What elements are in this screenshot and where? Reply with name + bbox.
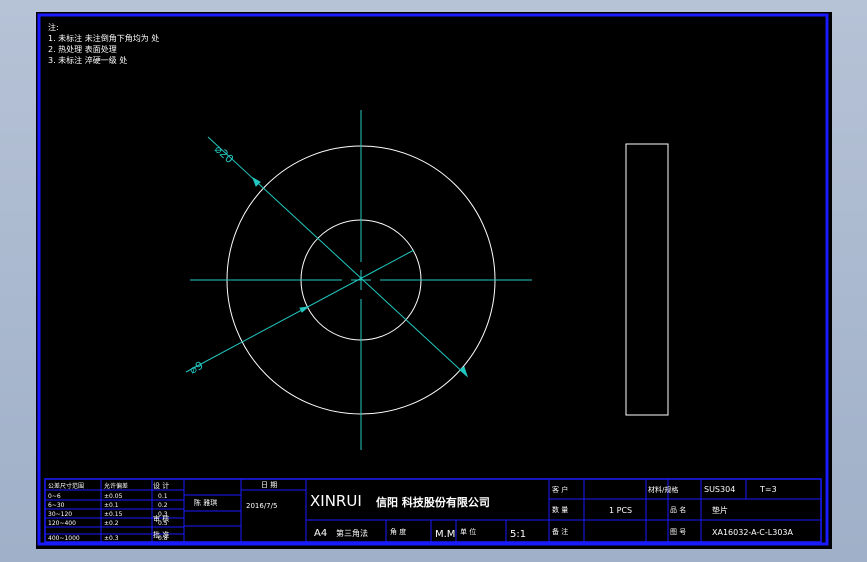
quantity-value: 1 PCS bbox=[609, 506, 632, 515]
cad-viewport[interactable]: 注: 1. 未标注 未注倒角下角均为 处 2. 热处理 表面处理 3. 未标注 … bbox=[0, 0, 867, 562]
scale-value: 5:1 bbox=[510, 529, 526, 540]
tolerance-value: ±0.1 bbox=[104, 502, 119, 509]
tolerance-range: 0~6 bbox=[48, 493, 61, 500]
check-label: 审 核 bbox=[153, 514, 169, 523]
unit-value: M.M bbox=[435, 529, 455, 540]
projection-method: 第三角法 bbox=[336, 528, 368, 538]
date-head: 日 期 bbox=[261, 481, 277, 489]
tolerance-value: ±0.05 bbox=[104, 493, 123, 500]
drawing-no-label: 图 号 bbox=[670, 528, 686, 536]
company-name-cn: 信阳 科技股份有限公司 bbox=[376, 495, 490, 509]
centerlines bbox=[190, 110, 532, 450]
material-value: SUS304 bbox=[704, 485, 735, 494]
dimension-outer-diameter[interactable]: ⌀20 bbox=[212, 143, 236, 166]
front-view: ⌀20 ⌀9 bbox=[185, 110, 532, 450]
unit-label: 单 位 bbox=[460, 527, 476, 536]
part-number: XA16032-A-C-L303A bbox=[712, 528, 793, 537]
title-block: 公差尺寸范围 允许偏差 0~6 ±0.05 0.1 6~30 ±0.1 0.2 … bbox=[44, 478, 822, 543]
tolerance-range: 120~400 bbox=[48, 520, 76, 527]
note-1: 1. 未标注 未注倒角下角均为 处 bbox=[48, 33, 159, 43]
paper-size: A4 bbox=[314, 528, 327, 539]
tolerance-value: ±0.15 bbox=[104, 511, 123, 518]
tolerance-angle: 0.1 bbox=[158, 493, 168, 500]
side-view[interactable] bbox=[625, 143, 669, 416]
angle-label: 角 度 bbox=[390, 527, 406, 536]
tolerance-head: 公差尺寸范围 bbox=[48, 482, 84, 490]
material-label: 材料/规格 bbox=[648, 485, 678, 494]
qty-label: 数 量 bbox=[552, 505, 568, 514]
thickness-value: T=3 bbox=[759, 485, 777, 494]
note-3: 3. 未标注 淬硬一级 处 bbox=[48, 55, 127, 65]
design-label: 设 计 bbox=[153, 481, 169, 490]
drawing-svg: 注: 1. 未标注 未注倒角下角均为 处 2. 热处理 表面处理 3. 未标注 … bbox=[37, 13, 829, 546]
tolerance-value-head: 允许偏差 bbox=[104, 482, 128, 490]
note-title: 注: bbox=[48, 22, 59, 32]
dimension-leaders bbox=[185, 136, 469, 378]
tolerance-value: ±0.2 bbox=[104, 520, 119, 527]
name-label: 品 名 bbox=[670, 505, 686, 514]
drawing-date: 2016/7/5 bbox=[246, 502, 277, 510]
tolerance-angle: 0.2 bbox=[158, 502, 168, 509]
part-name: 垫片 bbox=[712, 505, 728, 515]
tolerance-range: 30~120 bbox=[48, 511, 72, 518]
dimension-inner-diameter[interactable]: ⌀9 bbox=[187, 359, 205, 377]
tolerance-range: 400~1000 bbox=[48, 535, 80, 542]
company-name-latin: XINRUI bbox=[310, 492, 362, 510]
remark-label: 备 注 bbox=[552, 527, 568, 536]
tolerance-value: ±0.3 bbox=[104, 535, 119, 542]
technical-notes: 注: 1. 未标注 未注倒角下角均为 处 2. 热处理 表面处理 3. 未标注 … bbox=[48, 22, 159, 65]
tolerance-range: 6~30 bbox=[48, 502, 65, 509]
drawing-canvas[interactable]: 注: 1. 未标注 未注倒角下角均为 处 2. 热处理 表面处理 3. 未标注 … bbox=[36, 12, 832, 549]
drafter-name: 陈 雅琪 bbox=[194, 498, 217, 507]
customer-label: 客 户 bbox=[552, 485, 568, 494]
approve-label: 批 准 bbox=[153, 530, 169, 539]
note-2: 2. 热处理 表面处理 bbox=[48, 44, 117, 54]
